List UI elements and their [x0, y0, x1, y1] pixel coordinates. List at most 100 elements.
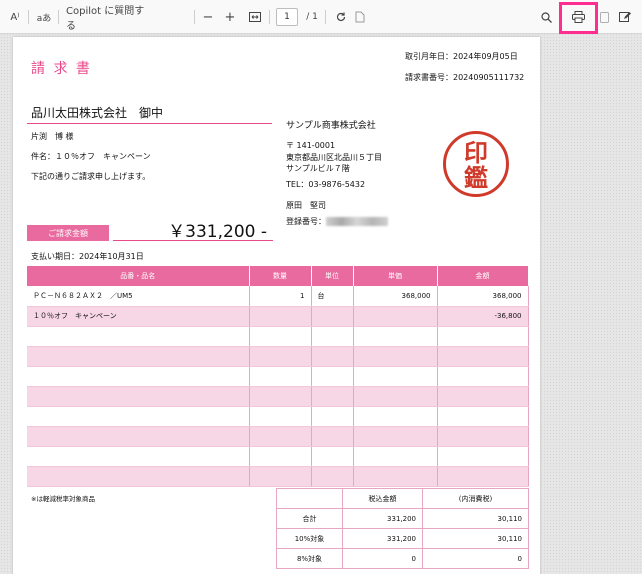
zoom-out-button[interactable]: −: [200, 0, 216, 34]
summary-tax: 0: [422, 548, 529, 569]
summary-row: 8%対象 0 0: [276, 548, 529, 569]
reduced-tax-note: ※は軽減税率対象商品: [31, 495, 95, 503]
pdf-toolbar: A⁾ aあ Copilot に質問する − + 1 / 1: [0, 0, 642, 34]
page-number-input[interactable]: 1: [276, 8, 298, 26]
cell-amount: [437, 386, 529, 407]
cell-item-name: [27, 466, 250, 487]
request-text: 下記の通りご請求申し上げます。: [31, 172, 151, 181]
client-contact: 片渕 博 様: [31, 132, 74, 141]
page-view-button[interactable]: [352, 0, 368, 34]
transaction-date: 取引月年日：2024年09月05日: [405, 52, 518, 61]
cell-amount: [437, 446, 529, 467]
cell-amount: [437, 466, 529, 487]
cell-item-name: ＰＣ－Ｎ６８２ＡＸ２ ／UM5: [27, 286, 250, 307]
summary-label: 合計: [276, 508, 343, 529]
rotate-icon: [336, 12, 346, 22]
invoice-subject: 件名：１０％オフ キャンペーン: [31, 152, 151, 161]
cell-quantity: [249, 406, 312, 427]
summary-label: 10%対象: [276, 528, 343, 549]
table-row: [27, 366, 529, 387]
read-aloud-icon: A⁾: [10, 11, 20, 23]
search-icon: [540, 11, 552, 23]
search-button[interactable]: [538, 0, 554, 34]
copilot-button[interactable]: Copilot に質問する: [66, 0, 154, 34]
cell-item-name: [27, 426, 250, 447]
cell-unit: [311, 446, 354, 467]
cell-amount: [437, 326, 529, 347]
cell-item-name: [27, 346, 250, 367]
rotate-button[interactable]: [332, 0, 350, 34]
cell-unit-price: [353, 406, 438, 427]
current-page: 1: [284, 12, 290, 22]
cell-quantity: [249, 466, 312, 487]
page-icon: [355, 11, 365, 23]
fit-page-button[interactable]: [246, 0, 264, 34]
issuer-postal: 〒 141-0001: [286, 141, 336, 150]
registration-label: 登録番号：: [286, 217, 326, 226]
cell-unit-price: [353, 386, 438, 407]
header-quantity: 数量: [249, 266, 312, 286]
cell-quantity: [249, 446, 312, 467]
cell-unit-price: [353, 326, 438, 347]
read-aloud-button[interactable]: A⁾: [6, 0, 24, 34]
cell-quantity: [249, 306, 312, 327]
edit-button[interactable]: [616, 0, 634, 34]
summary-blank: [276, 488, 343, 509]
cell-unit: [311, 406, 354, 427]
copilot-label: Copilot に質問する: [66, 6, 145, 32]
separator: [269, 10, 270, 24]
table-row: [27, 346, 529, 367]
minus-icon: −: [202, 9, 214, 25]
issuer-tel: TEL：03-9876-5432: [286, 180, 366, 189]
seal-stamp: 印 鑑: [443, 131, 509, 197]
separator: [194, 10, 195, 24]
cell-amount: 368,000: [437, 286, 529, 307]
amount-value: ￥331,200 -: [113, 217, 273, 242]
cell-quantity: [249, 326, 312, 347]
items-table: 品番・品名 数量 単位 単価 金額 ＰＣ－Ｎ６８２ＡＸ２ ／UM5 1 台 368,000 36…: [27, 266, 529, 487]
separator: [58, 10, 59, 24]
cell-unit: [311, 426, 354, 447]
separator: [325, 10, 326, 24]
zoom-in-button[interactable]: +: [222, 0, 238, 34]
cell-unit: [311, 466, 354, 487]
invoice-title: 請 求 書: [31, 61, 92, 77]
cell-quantity: 1: [249, 286, 312, 307]
summary-incl: 0: [342, 548, 423, 569]
cell-quantity: [249, 346, 312, 367]
text-icon: aあ: [36, 13, 52, 24]
amount-label: ご請求金額: [27, 225, 109, 241]
text-options-button[interactable]: aあ: [34, 0, 54, 34]
cell-unit-price: [353, 346, 438, 367]
save-button[interactable]: [598, 0, 610, 34]
cell-item-name: １０％オフ キャンペーン: [27, 306, 250, 327]
cell-unit-price: [353, 466, 438, 487]
table-row: [27, 426, 529, 447]
registration-number: 登録番号：: [286, 216, 388, 227]
table-row: １０％オフ キャンペーン -36,800: [27, 306, 529, 327]
table-row: [27, 466, 529, 487]
summary-tax: 30,110: [422, 508, 529, 529]
invoice-number: 請求書番号：20240905111732: [405, 73, 525, 82]
table-row: ＰＣ－Ｎ６８２ＡＸ２ ／UM5 1 台 368,000 368,000: [27, 286, 529, 307]
cell-item-name: [27, 326, 250, 347]
cell-amount: [437, 366, 529, 387]
cell-unit: [311, 346, 354, 367]
summary-table: 税込金額 (内消費税) 合計 331,200 30,110 10%対象 331,200 30,…: [276, 488, 529, 569]
table-row: [27, 406, 529, 427]
cell-item-name: [27, 366, 250, 387]
summary-row: 合計 331,200 30,110: [276, 508, 529, 529]
cell-item-name: [27, 446, 250, 467]
total-pages: / 1: [306, 12, 318, 22]
issuer-company: サンプル商事株式会社: [286, 121, 376, 131]
cell-item-name: [27, 406, 250, 427]
table-row: [27, 386, 529, 407]
separator: [28, 10, 29, 24]
summary-header-incl: 税込金額: [342, 488, 423, 509]
issuer-person: 原田 堅司: [286, 201, 326, 210]
cell-quantity: [249, 366, 312, 387]
issuer-address2: サンプルビル７階: [286, 164, 350, 173]
summary-header-row: 税込金額 (内消費税): [276, 488, 529, 509]
table-row: [27, 326, 529, 347]
cell-unit-price: [353, 366, 438, 387]
